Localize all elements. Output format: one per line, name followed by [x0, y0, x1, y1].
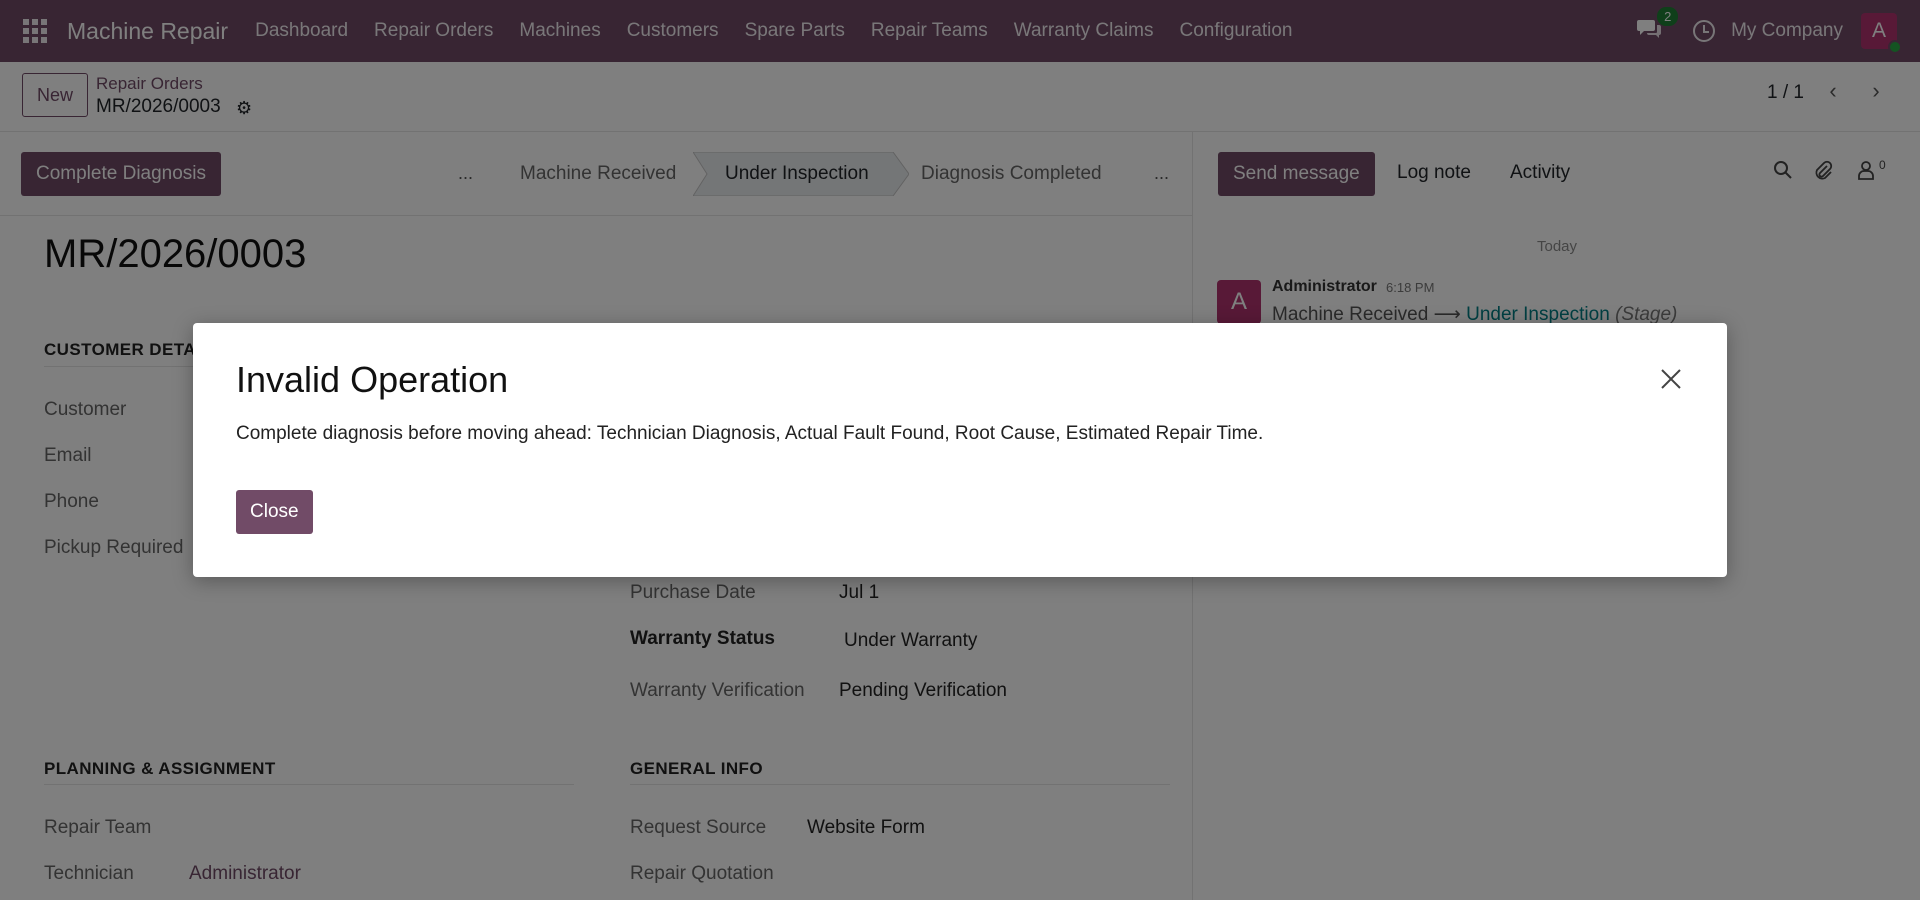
dialog-message: Complete diagnosis before moving ahead: … — [236, 423, 1264, 444]
close-icon[interactable] — [1659, 367, 1683, 391]
close-button[interactable]: Close — [236, 490, 313, 534]
invalid-operation-dialog: Invalid Operation Complete diagnosis bef… — [193, 323, 1727, 577]
dialog-title: Invalid Operation — [236, 359, 509, 400]
